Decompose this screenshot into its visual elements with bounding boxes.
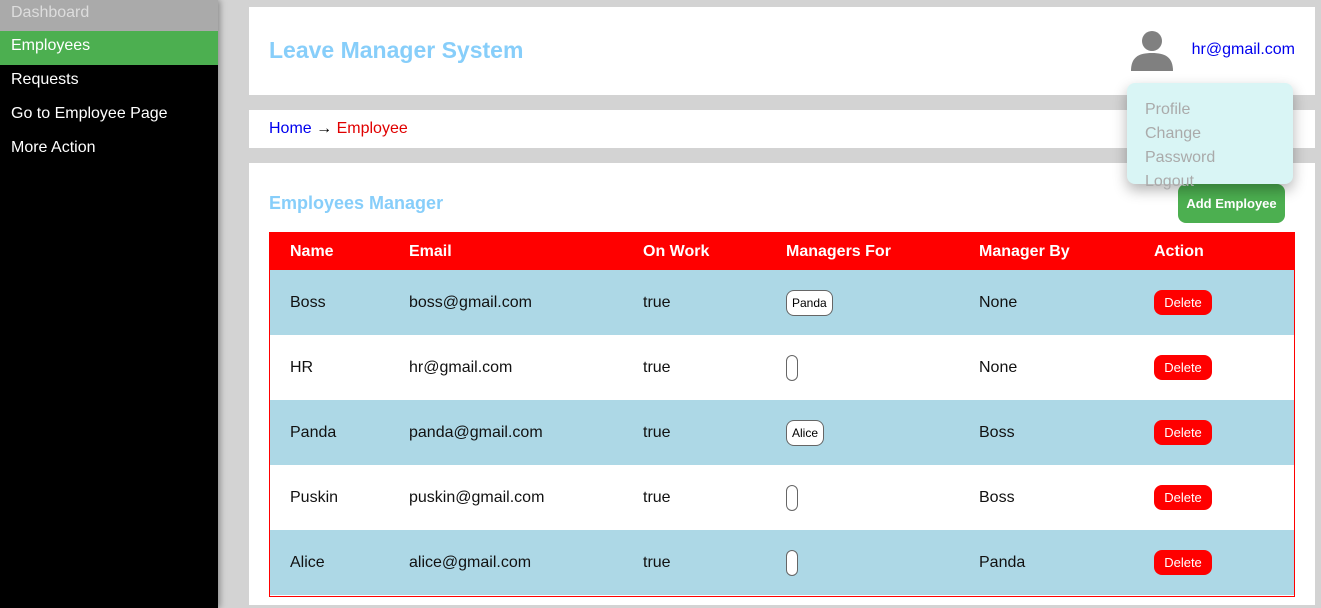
cell-on-work: true [643, 553, 671, 571]
cell-manager-by: Boss [979, 488, 1015, 506]
cell-name: Panda [290, 423, 337, 441]
cell-manager-by: None [979, 293, 1018, 311]
table-row: HR hr@gmail.com true None Delete [270, 335, 1294, 400]
employees-panel: Employees Manager Add Employee Name Emai… [249, 163, 1315, 605]
cell-on-work: true [643, 293, 671, 311]
cell-action: Delete [1134, 270, 1294, 335]
section-title: Employees Manager [269, 193, 444, 213]
cell-name: Alice [290, 553, 325, 571]
column-header-action: Action [1154, 242, 1204, 260]
cell-managers-for: Alice [766, 400, 959, 465]
cell-action: Delete [1134, 400, 1294, 465]
employees-table-container: Name Email On Work Managers For Manager … [269, 232, 1295, 597]
employees-table: Name Email On Work Managers For Manager … [270, 233, 1294, 595]
cell-manager-by: Boss [979, 423, 1015, 441]
breadcrumb-separator: → [316, 120, 333, 137]
user-dropdown-menu: Profile Change Password Logout [1127, 83, 1293, 190]
managers-for-chip [786, 549, 798, 576]
delete-button[interactable]: Delete [1154, 420, 1212, 445]
table-row: Panda panda@gmail.com true Alice Boss De… [270, 400, 1294, 465]
cell-email: alice@gmail.com [409, 553, 532, 571]
table-row: Puskin puskin@gmail.com true Boss Delete [270, 465, 1294, 530]
sidebar-item-employee-page[interactable]: Go to Employee Page [0, 99, 218, 133]
cell-action: Delete [1134, 335, 1294, 400]
managers-for-chip [786, 484, 798, 511]
table-row: Boss boss@gmail.com true Panda None Dele… [270, 270, 1294, 335]
delete-button[interactable]: Delete [1154, 355, 1212, 380]
column-header-on-work: On Work [643, 242, 710, 260]
menu-item-profile[interactable]: Profile [1145, 98, 1275, 122]
cell-email: puskin@gmail.com [409, 488, 545, 506]
user-email-link[interactable]: hr@gmail.com [1192, 41, 1295, 59]
cell-email: boss@gmail.com [409, 293, 532, 311]
sidebar-item-employees[interactable]: Employees [0, 31, 218, 65]
table-header-row: Name Email On Work Managers For Manager … [270, 233, 1294, 270]
cell-name: Puskin [290, 488, 339, 506]
cell-on-work: true [643, 423, 671, 441]
cell-name: Boss [290, 293, 326, 311]
table-row: Alice alice@gmail.com true Panda Delete [270, 530, 1294, 595]
delete-button[interactable]: Delete [1154, 485, 1212, 510]
managers-for-chip: Alice [786, 419, 825, 446]
cell-name: HR [290, 358, 314, 376]
cell-manager-by: None [979, 358, 1018, 376]
sidebar-item-requests[interactable]: Requests [0, 65, 218, 99]
column-header-managers-for: Managers For [786, 242, 891, 260]
sidebar-item-dashboard[interactable]: Dashboard [0, 0, 218, 31]
cell-on-work: true [643, 358, 671, 376]
menu-item-logout[interactable]: Logout [1145, 170, 1275, 194]
menu-item-change-password[interactable]: Change Password [1145, 122, 1275, 170]
cell-managers-for: Panda [766, 270, 959, 335]
sidebar-item-more-action[interactable]: More Action [0, 133, 218, 167]
breadcrumb-home-link[interactable]: Home [269, 120, 312, 137]
column-header-email: Email [409, 242, 452, 260]
breadcrumb-current: Employee [336, 120, 408, 137]
top-header: Leave Manager System hr@gmail.com [249, 7, 1315, 95]
cell-managers-for [766, 530, 959, 595]
delete-button[interactable]: Delete [1154, 550, 1212, 575]
cell-manager-by: Panda [979, 553, 1026, 571]
app-title: Leave Manager System [269, 37, 524, 63]
cell-on-work: true [643, 488, 671, 506]
cell-action: Delete [1134, 465, 1294, 530]
column-header-manager-by: Manager By [979, 242, 1070, 260]
managers-for-chip: Panda [786, 289, 833, 316]
sidebar: Dashboard Employees Requests Go to Emplo… [0, 0, 218, 608]
cell-email: hr@gmail.com [409, 358, 513, 376]
column-header-name: Name [290, 242, 334, 260]
managers-for-chip [786, 354, 798, 381]
user-avatar-icon[interactable] [1129, 27, 1175, 73]
cell-managers-for [766, 335, 959, 400]
cell-managers-for [766, 465, 959, 530]
delete-button[interactable]: Delete [1154, 290, 1212, 315]
cell-action: Delete [1134, 530, 1294, 595]
cell-email: panda@gmail.com [409, 423, 543, 441]
